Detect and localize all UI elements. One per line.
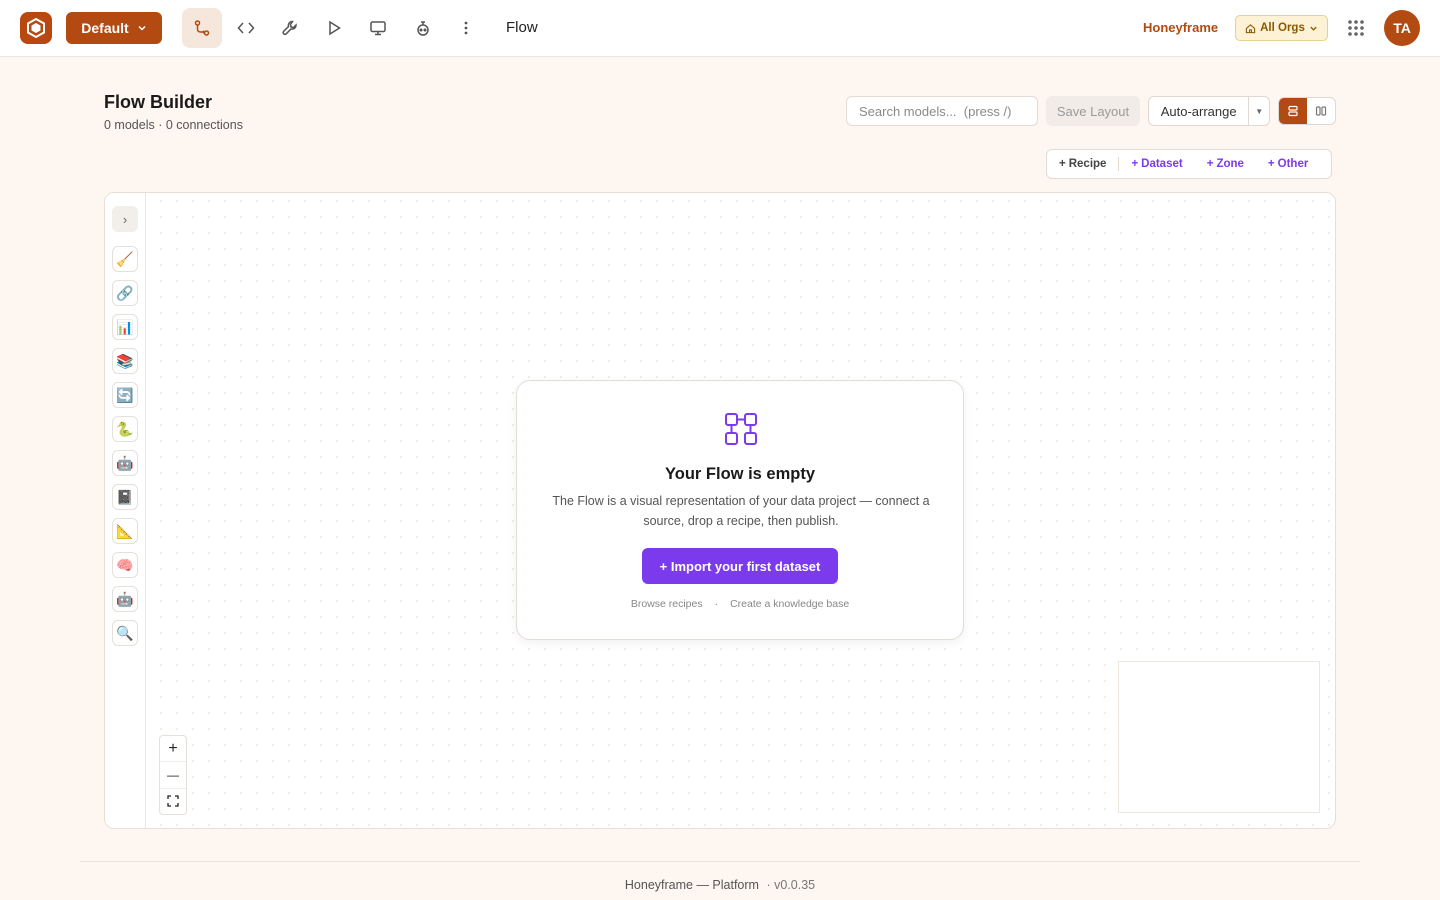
page-title: Flow Builder xyxy=(104,92,212,112)
chevron-down-icon xyxy=(1310,26,1317,31)
auto-arrange-control: Auto-arrange ▼ xyxy=(1148,96,1270,126)
import-dataset-button[interactable]: + Import your first dataset xyxy=(642,548,838,584)
home-icon xyxy=(1245,23,1256,33)
tool-ai[interactable]: 🧠 xyxy=(112,552,138,578)
add-dataset-label: Dataset xyxy=(1141,158,1183,170)
nav-flow-button[interactable] xyxy=(182,8,222,48)
code-icon xyxy=(237,22,255,34)
create-knowledge-base-link[interactable]: Create a knowledge base xyxy=(730,598,849,610)
footer-version: · v0.0.35 xyxy=(766,878,816,892)
wrench-icon xyxy=(282,20,297,36)
caret-down-icon: ▼ xyxy=(1255,106,1264,116)
tool-agent[interactable]: 🤖 xyxy=(112,586,138,612)
model-connection-count: 0 models · 0 connections xyxy=(104,118,243,132)
tool-notebook[interactable]: 📓 xyxy=(112,484,138,510)
add-recipe-button[interactable]: + Recipe xyxy=(1047,158,1118,170)
org-name-link[interactable]: Honeyframe xyxy=(1143,20,1218,35)
zoom-out-button[interactable]: — xyxy=(160,762,186,789)
tool-join[interactable]: 🔗 xyxy=(112,280,138,306)
expand-palette-button[interactable]: › xyxy=(112,206,138,232)
view-mode-toggle xyxy=(1278,97,1336,125)
empty-state-title: Your Flow is empty xyxy=(664,465,816,483)
tool-search[interactable]: 🔍 xyxy=(112,620,138,646)
chevron-down-icon xyxy=(138,25,146,31)
view-vertical-button[interactable] xyxy=(1279,98,1307,124)
add-zone-label: Zone xyxy=(1216,158,1244,170)
org-scope-label: All Orgs xyxy=(1260,22,1305,34)
tool-palette: › 🧹 🔗 📊 📚 🔄 🐍 🤖 📓 📐 🧠 🤖 🔍 xyxy=(105,193,146,828)
plus-icon: + xyxy=(1059,158,1066,170)
tool-sync[interactable]: 🔄 xyxy=(112,382,138,408)
grid-nodes-icon xyxy=(725,413,757,445)
nav-tools-button[interactable] xyxy=(270,8,310,48)
add-other-button[interactable]: + Other xyxy=(1256,158,1320,170)
apps-grid-icon[interactable] xyxy=(1346,18,1366,38)
fit-view-button[interactable] xyxy=(160,789,186,814)
org-scope-selector[interactable]: All Orgs xyxy=(1235,15,1328,41)
current-page-title: Flow xyxy=(506,19,538,36)
nav-more-button[interactable] xyxy=(446,8,486,48)
nav-code-button[interactable] xyxy=(226,8,266,48)
zoom-in-button[interactable]: + xyxy=(160,736,186,763)
add-node-bar: + Recipe + Dataset + Zone + Other xyxy=(1046,149,1332,179)
zoom-controls: + — xyxy=(159,735,187,815)
footer-text: Honeyframe — Platform xyxy=(624,878,759,892)
project-name: Default xyxy=(81,20,129,36)
tool-stack[interactable]: 📚 xyxy=(112,348,138,374)
more-vertical-icon xyxy=(464,21,468,35)
empty-state-description: The Flow is a visual representation of y… xyxy=(552,494,930,528)
app-logo[interactable] xyxy=(20,12,52,44)
plus-icon: + xyxy=(1131,158,1139,170)
fullscreen-icon xyxy=(167,795,179,807)
view-horizontal-button[interactable] xyxy=(1307,98,1335,124)
footer-divider xyxy=(80,861,1360,862)
auto-arrange-dropdown[interactable]: ▼ xyxy=(1249,97,1269,125)
empty-state-links: Browse recipes · Create a knowledge base xyxy=(517,598,963,610)
save-layout-button[interactable]: Save Layout xyxy=(1046,96,1140,126)
plus-icon: + xyxy=(1267,158,1275,170)
user-avatar[interactable]: TA xyxy=(1384,10,1420,46)
tool-chart[interactable]: 📊 xyxy=(112,314,138,340)
nav-dashboards-button[interactable] xyxy=(358,8,398,48)
project-selector[interactable]: Default xyxy=(66,12,162,44)
chevron-right-icon: › xyxy=(122,211,128,227)
tool-ml-model[interactable]: 🤖 xyxy=(112,450,138,476)
nav-agents-button[interactable] xyxy=(403,8,443,48)
search-models-input[interactable] xyxy=(846,96,1038,126)
add-other-label: Other xyxy=(1277,158,1309,170)
minimap[interactable] xyxy=(1118,661,1320,813)
add-dataset-button[interactable]: + Dataset xyxy=(1119,158,1194,170)
tool-clean[interactable]: 🧹 xyxy=(112,246,138,272)
link-separator: · xyxy=(714,598,719,610)
robot-icon xyxy=(417,21,429,36)
footer: Honeyframe — Platform · v0.0.35 xyxy=(0,878,1440,892)
add-zone-button[interactable]: + Zone xyxy=(1195,158,1256,170)
empty-state-card: Your Flow is empty The Flow is a visual … xyxy=(516,380,964,640)
plus-icon: + xyxy=(1206,158,1214,170)
top-navbar: Default Flow Honeyframe All Orgs TA xyxy=(0,0,1440,57)
hexagon-logo-icon xyxy=(27,17,45,39)
rows-layout-icon xyxy=(1288,105,1298,117)
monitor-icon xyxy=(370,21,386,36)
add-recipe-label: Recipe xyxy=(1068,158,1107,170)
play-icon xyxy=(329,20,341,36)
flow-icon xyxy=(194,20,210,36)
tool-python[interactable]: 🐍 xyxy=(112,416,138,442)
auto-arrange-button[interactable]: Auto-arrange xyxy=(1149,97,1250,125)
flow-canvas[interactable]: › 🧹 🔗 📊 📚 🔄 🐍 🤖 📓 📐 🧠 🤖 🔍 Your Flow is e… xyxy=(104,192,1336,829)
browse-recipes-link[interactable]: Browse recipes xyxy=(631,598,703,610)
columns-layout-icon xyxy=(1315,106,1327,116)
nav-run-button[interactable] xyxy=(314,8,354,48)
tool-measure[interactable]: 📐 xyxy=(112,518,138,544)
